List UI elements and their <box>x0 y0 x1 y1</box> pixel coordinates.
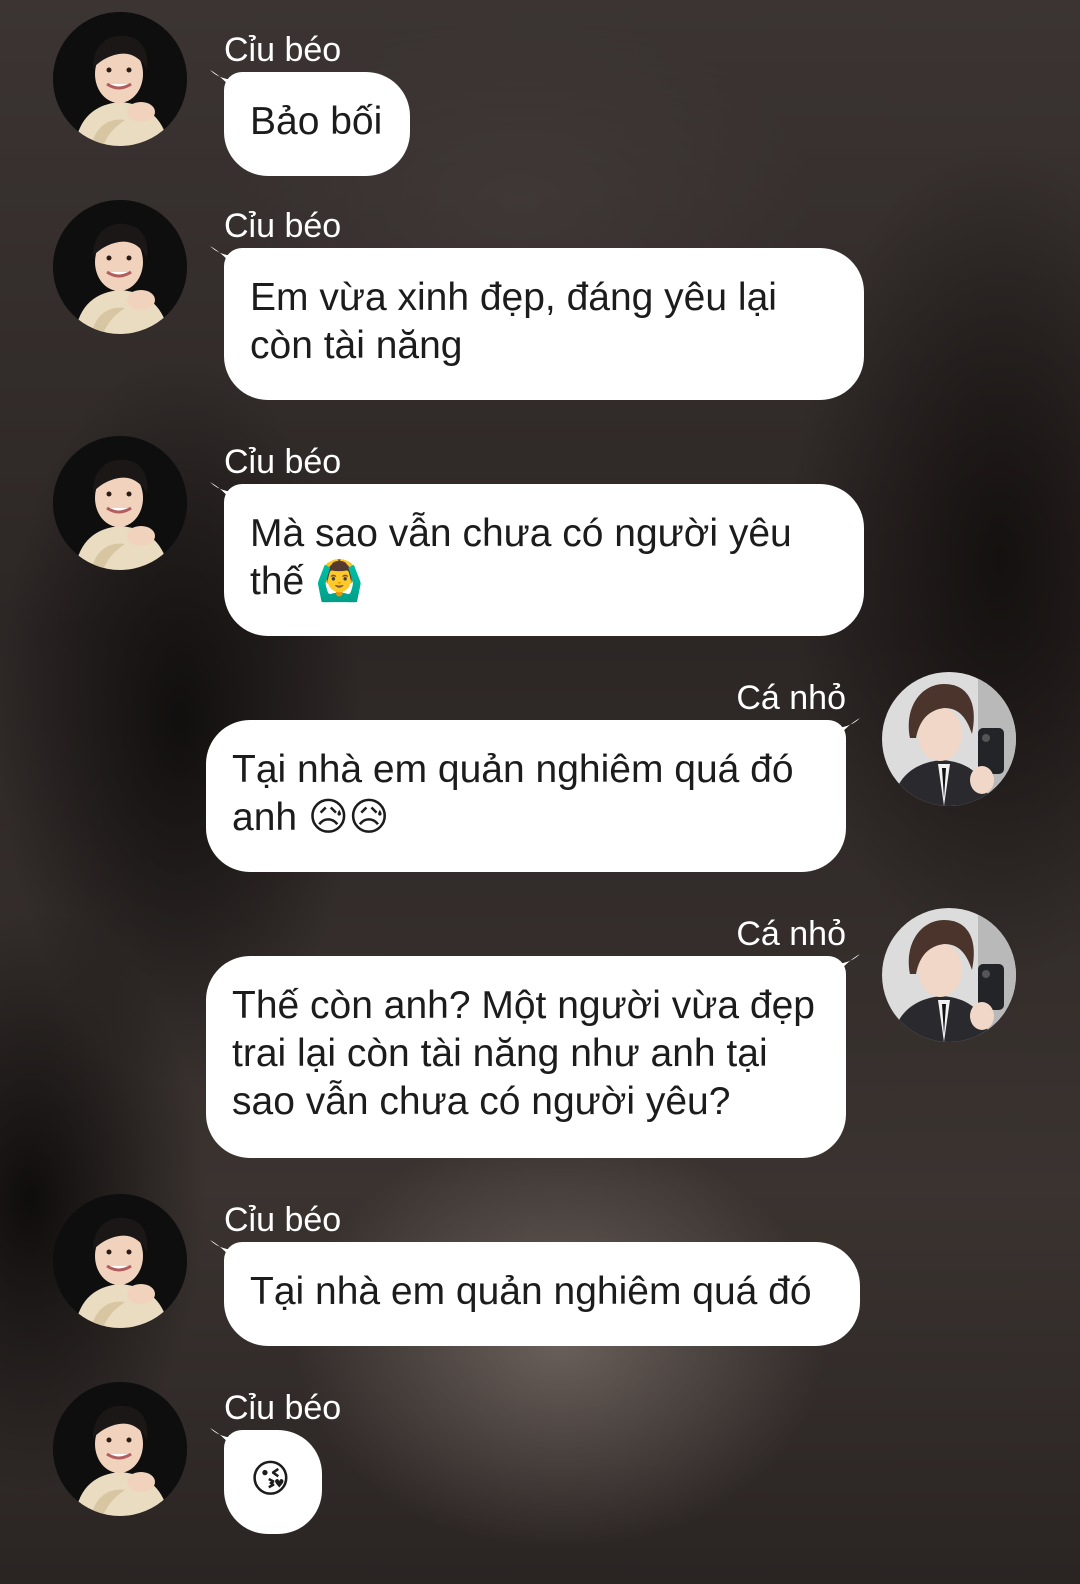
sender-name: Cá nhỏ <box>736 915 846 953</box>
message-text: Tại nhà em quản nghiêm quá đó <box>250 1270 812 1313</box>
sender-name: Cỉu béo <box>224 207 342 245</box>
message-row-left: Cỉu béo Tại nhà em quản nghiêm quá đó <box>0 1194 1080 1346</box>
avatar-boy-selfie-icon[interactable] <box>882 672 1016 806</box>
avatar-man-smiling-icon[interactable] <box>53 12 187 146</box>
message-row-left: Cỉu béo Bảo bối <box>0 12 1080 176</box>
message-text: Mà sao vẫn chưa có người yêu thế 🙆‍♂️ <box>250 512 803 603</box>
message-text: 😘 <box>250 1458 291 1501</box>
message-bubble[interactable]: Thế còn anh? Một người vừa đẹp trai lại … <box>206 956 846 1158</box>
message-row-right: Cá nhỏ Tại nhà em quản nghiêm quá đó anh … <box>0 672 1080 872</box>
avatar-man-smiling-icon[interactable] <box>53 1382 187 1516</box>
avatar-man-smiling-icon[interactable] <box>53 436 187 570</box>
message-text: Thế còn anh? Một người vừa đẹp trai lại … <box>232 984 826 1123</box>
sender-name: Cỉu béo <box>224 1389 342 1427</box>
avatar-man-smiling-icon[interactable] <box>53 200 187 334</box>
sender-name: Cỉu béo <box>224 443 342 481</box>
message-bubble[interactable]: Bảo bối <box>224 72 410 176</box>
message-row-right: Cá nhỏ Thế còn anh? Một người vừa đẹp tra… <box>0 908 1080 1158</box>
message-row-left: Cỉu béo Mà sao vẫn chưa có người yêu thế … <box>0 436 1080 636</box>
avatar-man-smiling-icon[interactable] <box>53 1194 187 1328</box>
message-row-left: Cỉu béo 😘 <box>0 1382 1080 1534</box>
message-bubble[interactable]: Tại nhà em quản nghiêm quá đó anh 😥😥 <box>206 720 846 872</box>
message-bubble[interactable]: 😘 <box>224 1430 322 1534</box>
sender-name: Cỉu béo <box>224 1201 342 1239</box>
sender-name: Cá nhỏ <box>736 679 846 717</box>
message-text: Tại nhà em quản nghiêm quá đó anh 😥😥 <box>232 748 805 839</box>
avatar-boy-selfie-icon[interactable] <box>882 908 1016 1042</box>
message-bubble[interactable]: Em vừa xinh đẹp, đáng yêu lại còn tài nă… <box>224 248 864 400</box>
message-text: Bảo bối <box>250 100 383 143</box>
message-bubble[interactable]: Mà sao vẫn chưa có người yêu thế 🙆‍♂️ <box>224 484 864 636</box>
message-row-left: Cỉu béo Em vừa xinh đẹp, đáng yêu lại còn… <box>0 200 1080 400</box>
message-bubble[interactable]: Tại nhà em quản nghiêm quá đó <box>224 1242 860 1346</box>
message-text: Em vừa xinh đẹp, đáng yêu lại còn tài nă… <box>250 276 788 367</box>
sender-name: Cỉu béo <box>224 31 342 69</box>
